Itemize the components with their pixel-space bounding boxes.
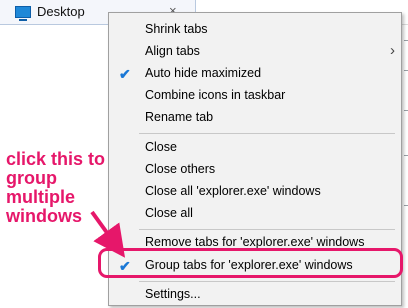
highlight-box <box>98 248 403 278</box>
